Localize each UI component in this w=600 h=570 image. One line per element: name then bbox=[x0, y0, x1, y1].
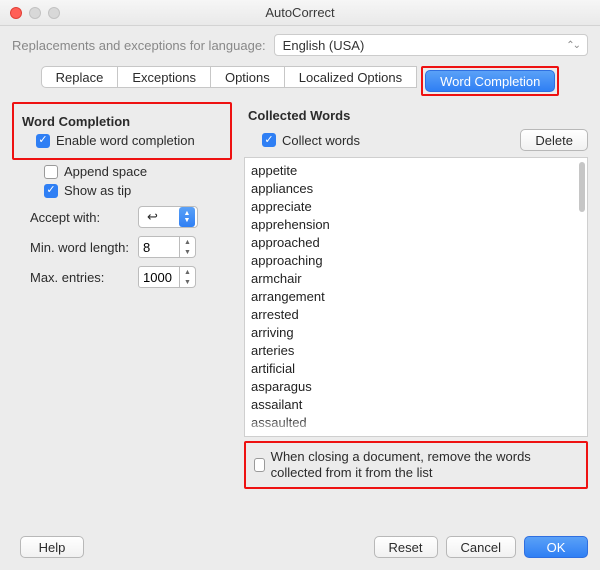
list-item[interactable]: appliances bbox=[251, 180, 581, 198]
append-space-checkbox[interactable] bbox=[44, 165, 58, 179]
collect-words-label: Collect words bbox=[282, 133, 360, 148]
accept-with-value: ↩ bbox=[147, 209, 158, 225]
list-item[interactable]: artificial bbox=[251, 360, 581, 378]
enable-word-completion-checkbox[interactable] bbox=[36, 134, 50, 148]
stepper-icon[interactable]: ▲▼ bbox=[180, 236, 196, 258]
accept-with-label: Accept with: bbox=[30, 210, 130, 225]
dialog-buttons: Help Reset Cancel OK bbox=[12, 536, 588, 558]
list-item[interactable]: apprehension bbox=[251, 216, 581, 234]
remove-on-close-checkbox[interactable] bbox=[254, 458, 265, 472]
language-label: Replacements and exceptions for language… bbox=[12, 38, 266, 53]
list-item[interactable]: arrested bbox=[251, 306, 581, 324]
reset-button[interactable]: Reset bbox=[374, 536, 438, 558]
max-entries-input[interactable] bbox=[138, 266, 180, 288]
list-item[interactable]: arrangement bbox=[251, 288, 581, 306]
show-as-tip-label: Show as tip bbox=[64, 183, 131, 198]
scrollbar-thumb[interactable] bbox=[579, 162, 585, 212]
updown-icon: ⌃⌄ bbox=[566, 40, 579, 51]
tab-bar: Replace Exceptions Options Localized Opt… bbox=[12, 66, 588, 96]
remove-on-close-label: When closing a document, remove the word… bbox=[271, 449, 578, 481]
word-completion-heading: Word Completion bbox=[22, 114, 226, 129]
tab-localized-options[interactable]: Localized Options bbox=[284, 66, 417, 88]
tab-exceptions[interactable]: Exceptions bbox=[117, 66, 211, 88]
tab-replace[interactable]: Replace bbox=[41, 66, 119, 88]
delete-button[interactable]: Delete bbox=[520, 129, 588, 151]
list-item[interactable]: assailant bbox=[251, 396, 581, 414]
accept-with-select[interactable]: ↩ ▲▼ bbox=[138, 206, 198, 228]
list-item[interactable]: approaching bbox=[251, 252, 581, 270]
annotation-highlight: When closing a document, remove the word… bbox=[244, 441, 588, 489]
list-item[interactable]: asparagus bbox=[251, 378, 581, 396]
tab-options[interactable]: Options bbox=[210, 66, 285, 88]
annotation-highlight: Word Completion Enable word completion bbox=[12, 102, 232, 160]
show-as-tip-checkbox[interactable] bbox=[44, 184, 58, 198]
help-button[interactable]: Help bbox=[20, 536, 84, 558]
min-word-length-stepper[interactable]: ▲▼ bbox=[138, 236, 198, 258]
list-item[interactable]: appreciate bbox=[251, 198, 581, 216]
list-item[interactable]: armchair bbox=[251, 270, 581, 288]
cancel-button[interactable]: Cancel bbox=[446, 536, 516, 558]
append-space-label: Append space bbox=[64, 164, 147, 179]
collected-words-list[interactable]: appetiteappliancesappreciateapprehension… bbox=[244, 157, 588, 437]
ok-button[interactable]: OK bbox=[524, 536, 588, 558]
list-item[interactable]: arriving bbox=[251, 324, 581, 342]
collect-words-checkbox[interactable] bbox=[262, 133, 276, 147]
annotation-highlight: Word Completion bbox=[421, 66, 559, 96]
fade-overlay bbox=[245, 418, 587, 436]
min-word-length-label: Min. word length: bbox=[30, 240, 130, 255]
max-entries-stepper[interactable]: ▲▼ bbox=[138, 266, 198, 288]
list-item[interactable]: appetite bbox=[251, 162, 581, 180]
list-item[interactable]: arteries bbox=[251, 342, 581, 360]
title-bar: AutoCorrect bbox=[0, 0, 600, 26]
max-entries-label: Max. entries: bbox=[30, 270, 130, 285]
enable-word-completion-label: Enable word completion bbox=[56, 133, 195, 148]
stepper-icon[interactable]: ▲▼ bbox=[180, 266, 196, 288]
language-value: English (USA) bbox=[283, 38, 365, 53]
window-title: AutoCorrect bbox=[0, 5, 600, 20]
min-word-length-input[interactable] bbox=[138, 236, 180, 258]
collected-words-heading: Collected Words bbox=[248, 108, 588, 123]
tab-word-completion[interactable]: Word Completion bbox=[425, 70, 555, 92]
updown-icon: ▲▼ bbox=[179, 207, 195, 227]
list-item[interactable]: approached bbox=[251, 234, 581, 252]
language-select[interactable]: English (USA) ⌃⌄ bbox=[274, 34, 588, 56]
